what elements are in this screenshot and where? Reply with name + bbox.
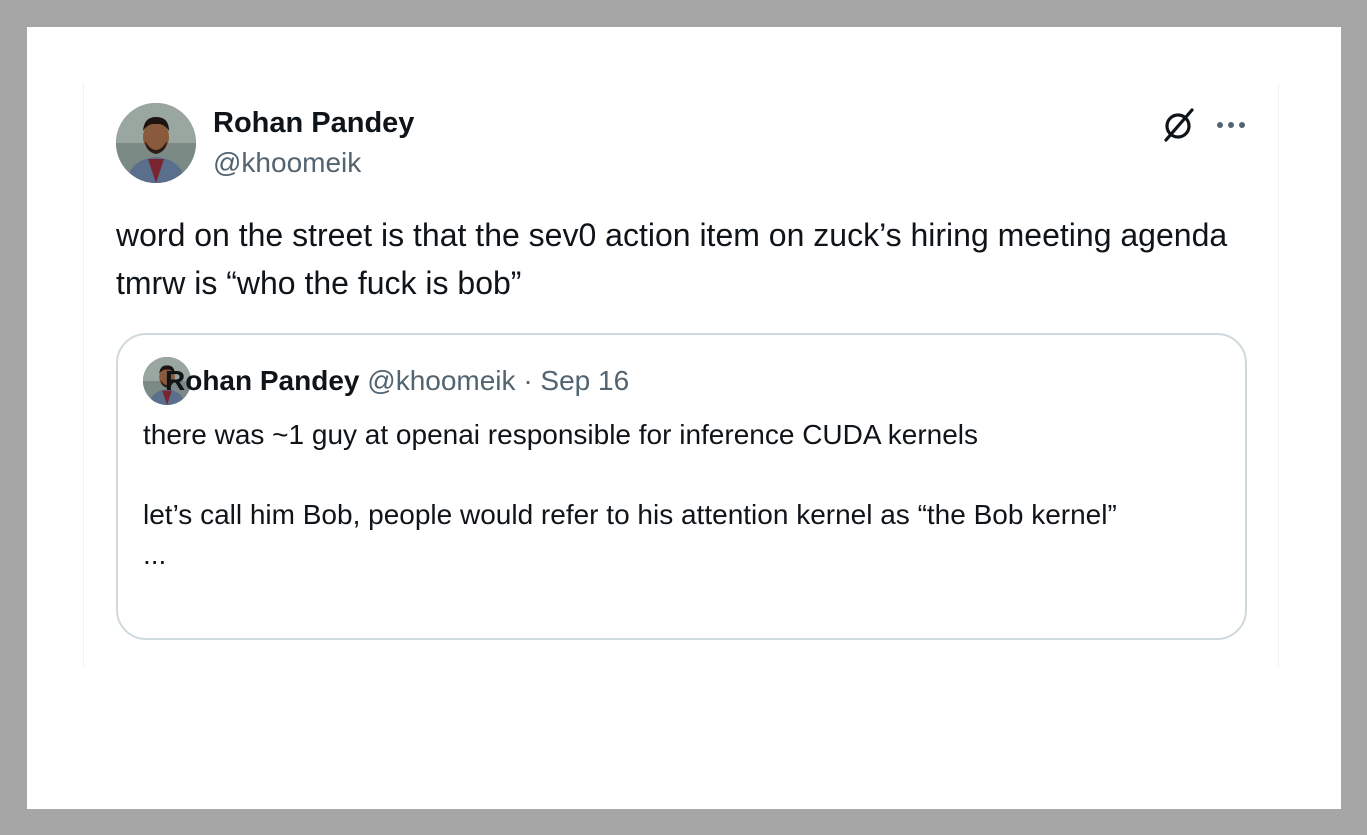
quoted-tweet-text: there was ~1 guy at openai responsible f… (143, 419, 1117, 570)
quoted-author-name: Rohan Pandey (165, 365, 360, 396)
author-handle[interactable]: @khoomeik (213, 147, 361, 179)
avatar-photo (116, 103, 196, 183)
quoted-author-handle: @khoomeik (367, 365, 516, 396)
author-name[interactable]: Rohan Pandey (213, 107, 414, 140)
quoted-separator: · (523, 365, 533, 396)
author-avatar[interactable] (116, 103, 196, 183)
tweet-text: word on the street is that the sev0 acti… (116, 217, 1237, 301)
tweet-card[interactable]: Rohan Pandey @khoomeik word on the stree… (83, 83, 1279, 667)
quoted-tweet-header: Rohan Pandey @khoomeik · Sep 16 (165, 365, 629, 397)
screenshot-frame: Rohan Pandey @khoomeik word on the stree… (27, 27, 1341, 809)
grok-icon[interactable] (1158, 105, 1198, 145)
quoted-date: Sep 16 (540, 365, 630, 396)
more-options-icon[interactable] (1211, 105, 1251, 145)
